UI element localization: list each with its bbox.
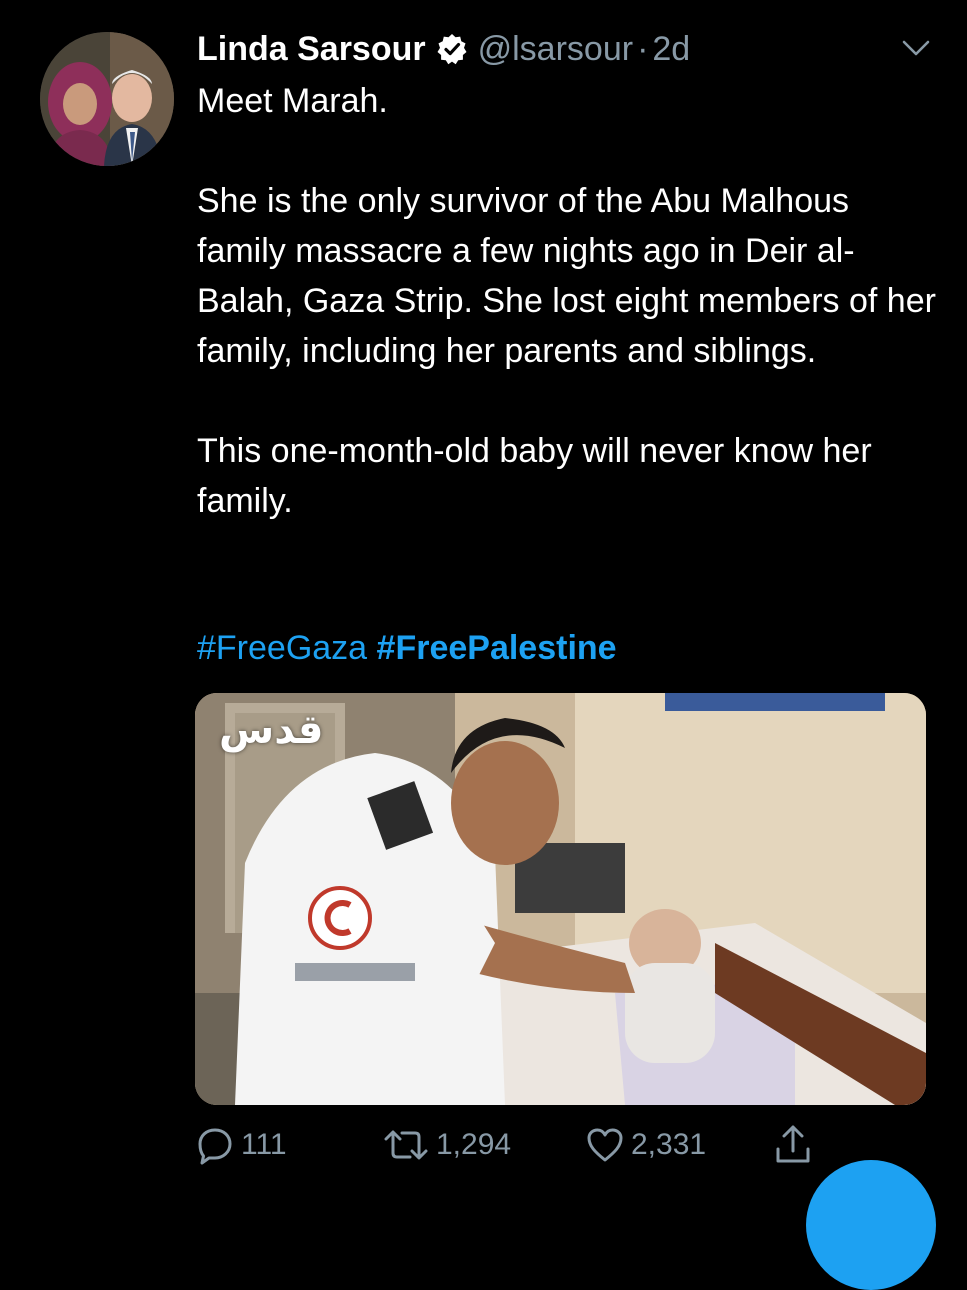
- reply-count: 111: [241, 1128, 287, 1161]
- hashtag-link[interactable]: #FreeGaza: [197, 629, 367, 667]
- hashtag-link[interactable]: #FreePalestine: [377, 629, 617, 667]
- heart-icon: [585, 1125, 625, 1165]
- author-name[interactable]: Linda Sarsour: [197, 30, 426, 69]
- tweet-paragraph: This one-month-old baby will never know …: [197, 432, 872, 520]
- reply-button[interactable]: 111: [195, 1120, 287, 1170]
- retweet-icon: [382, 1125, 430, 1165]
- tweet-action-bar: 111 1,294 2,331: [195, 1120, 835, 1170]
- verified-badge-icon: [436, 33, 468, 65]
- like-button[interactable]: 2,331: [585, 1120, 706, 1170]
- tweet-paragraph: Meet Marah.: [197, 82, 388, 120]
- retweet-button[interactable]: 1,294: [382, 1120, 511, 1170]
- chevron-down-icon[interactable]: [898, 36, 934, 60]
- tweet-timestamp[interactable]: 2d: [652, 30, 690, 69]
- media-watermark: قدس: [219, 707, 324, 753]
- author-handle[interactable]: @lsarsour: [478, 30, 633, 69]
- retweet-count: 1,294: [436, 1128, 512, 1161]
- tweet-text: Meet Marah. She is the only survivor of …: [197, 76, 947, 526]
- separator-dot: ·: [637, 29, 649, 68]
- tweet-paragraph: She is the only survivor of the Abu Malh…: [197, 182, 936, 370]
- like-count: 2,331: [631, 1128, 707, 1161]
- hashtag-line: #FreeGaza #FreePalestine: [197, 623, 617, 673]
- tweet-header: Linda Sarsour @lsarsour · 2d: [197, 26, 690, 72]
- share-button[interactable]: [773, 1120, 813, 1170]
- tweet-media-image[interactable]: قدس: [195, 693, 926, 1105]
- share-icon: [773, 1123, 813, 1167]
- compose-tweet-button[interactable]: [806, 1160, 936, 1290]
- reply-icon: [195, 1125, 235, 1165]
- author-avatar[interactable]: [40, 32, 174, 166]
